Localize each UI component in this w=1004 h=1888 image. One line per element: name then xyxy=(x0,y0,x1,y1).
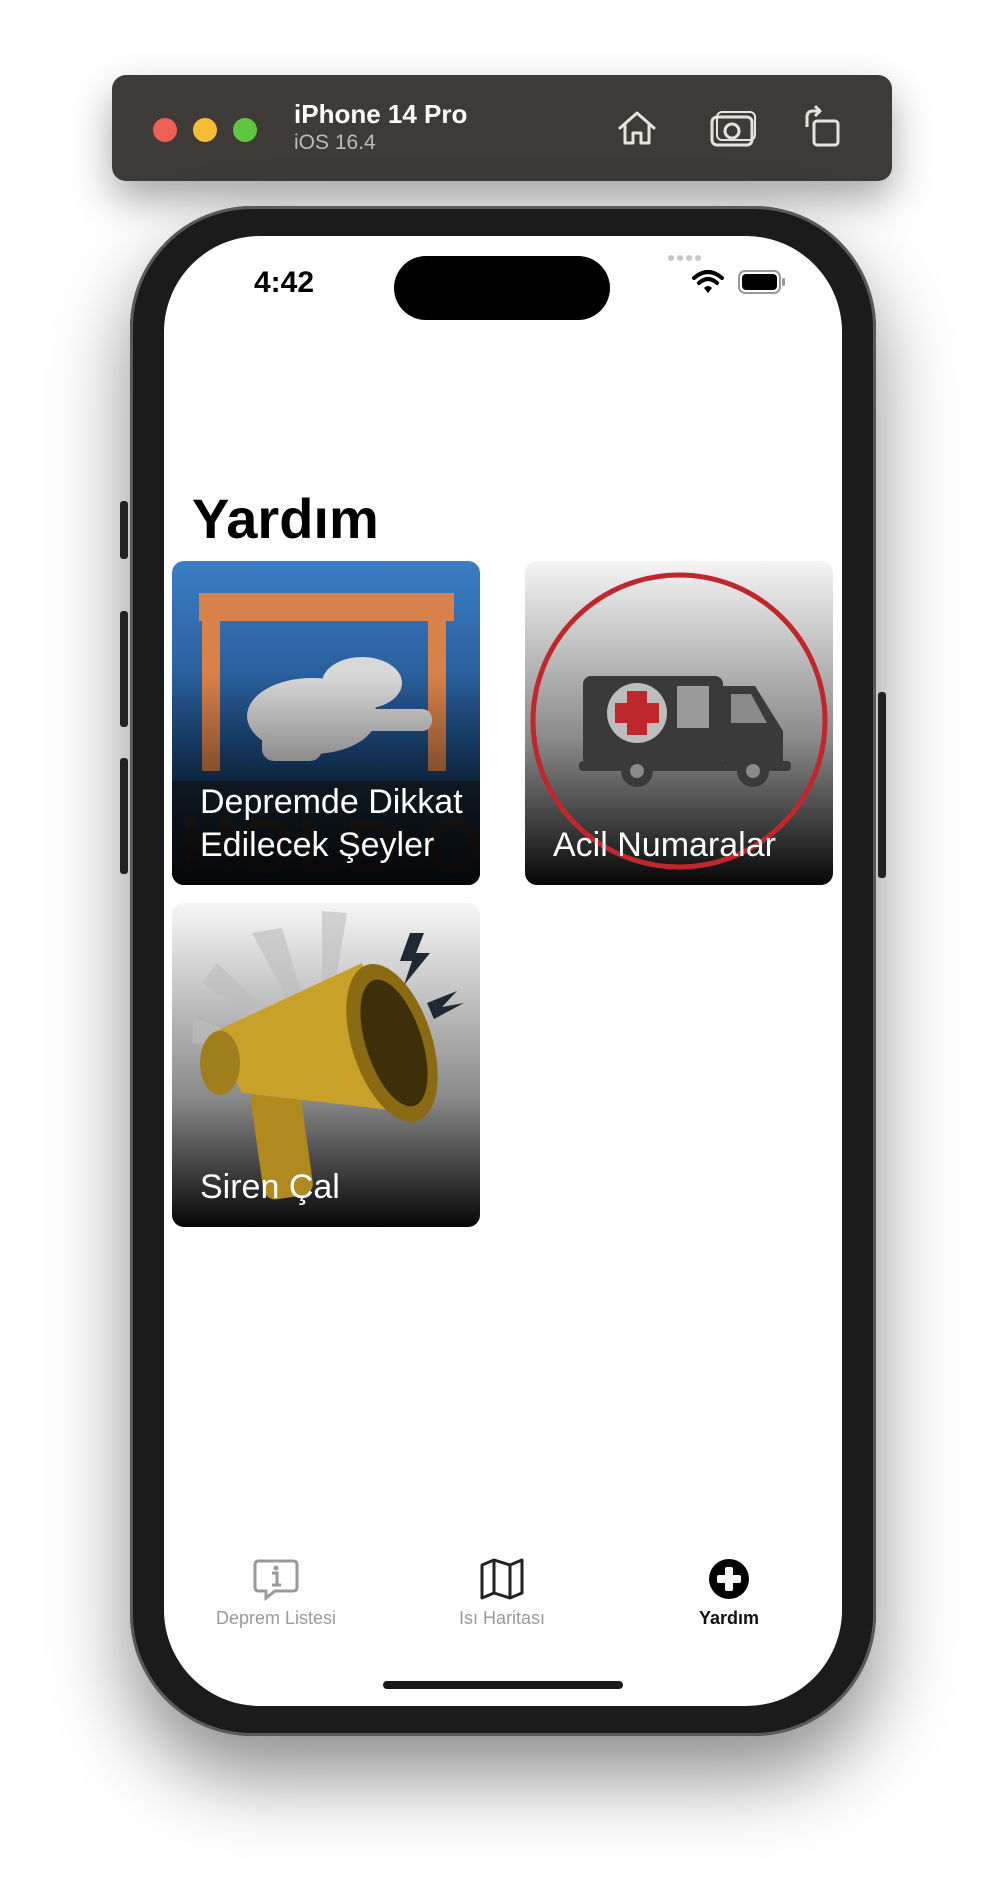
dynamic-island xyxy=(394,256,610,320)
mute-switch xyxy=(120,501,128,559)
tab-label: Yardım xyxy=(698,1608,760,1628)
volume-down-button xyxy=(120,758,128,874)
home-button[interactable] xyxy=(612,103,662,153)
page-title: Yardım xyxy=(192,487,379,550)
card-play-siren[interactable]: Siren Çal xyxy=(172,903,480,1227)
wifi-icon xyxy=(692,270,724,293)
card-earthquake-tips[interactable]: HOLD ON! Depremde Dikkat Edilecek Şeyler xyxy=(172,561,480,885)
stage: iPhone 14 Pro iOS 16.4 4:42 Yardım Depre… xyxy=(0,0,1004,1888)
card-label: Acil Numaralar xyxy=(553,826,776,864)
close-window-button[interactable] xyxy=(153,118,177,142)
tab-label: Deprem Listesi xyxy=(215,1608,337,1628)
iphone-frame: 4:42 Yardım Depremde Dikkat Edilecek Şey… xyxy=(120,206,886,1736)
rotate-icon xyxy=(805,104,840,147)
tab-label: Isı Haritası xyxy=(458,1608,546,1628)
plus-circle-icon xyxy=(709,1559,749,1599)
os-version: iOS 16.4 xyxy=(294,131,376,154)
info-bubble-icon xyxy=(253,1559,299,1602)
tab-isi-haritasi[interactable]: Isı Haritası xyxy=(402,1556,602,1629)
battery-icon xyxy=(738,270,785,294)
power-button xyxy=(878,692,886,878)
rotate-button[interactable] xyxy=(797,103,847,153)
cellular-signal-icon xyxy=(668,248,708,261)
card-label: Depremde Dikkat Edilecek Şeyler xyxy=(200,783,463,864)
screenshot-icon xyxy=(710,111,756,147)
simulator-toolbar: iPhone 14 Pro iOS 16.4 xyxy=(112,75,892,181)
card-emergency-numbers[interactable]: Acil Numaralar xyxy=(525,561,833,885)
device-name: iPhone 14 Pro xyxy=(294,99,468,129)
screenshot-button[interactable] xyxy=(707,103,757,153)
tab-bar: Deprem Listesi Isı Haritası Yardım xyxy=(164,1556,842,1656)
card-label: Siren Çal xyxy=(200,1168,340,1206)
home-indicator[interactable] xyxy=(383,1681,623,1689)
tab-yardim[interactable]: Yardım xyxy=(629,1556,829,1629)
status-time: 4:42 xyxy=(254,266,315,299)
zoom-window-button[interactable] xyxy=(233,118,257,142)
volume-up-button xyxy=(120,611,128,727)
minimize-window-button[interactable] xyxy=(193,118,217,142)
tab-deprem-listesi[interactable]: Deprem Listesi xyxy=(176,1556,376,1629)
map-icon xyxy=(480,1558,524,1600)
phone-screen: 4:42 Yardım Depremde Dikkat Edilecek Şey… xyxy=(164,236,842,1706)
home-icon xyxy=(618,111,656,145)
